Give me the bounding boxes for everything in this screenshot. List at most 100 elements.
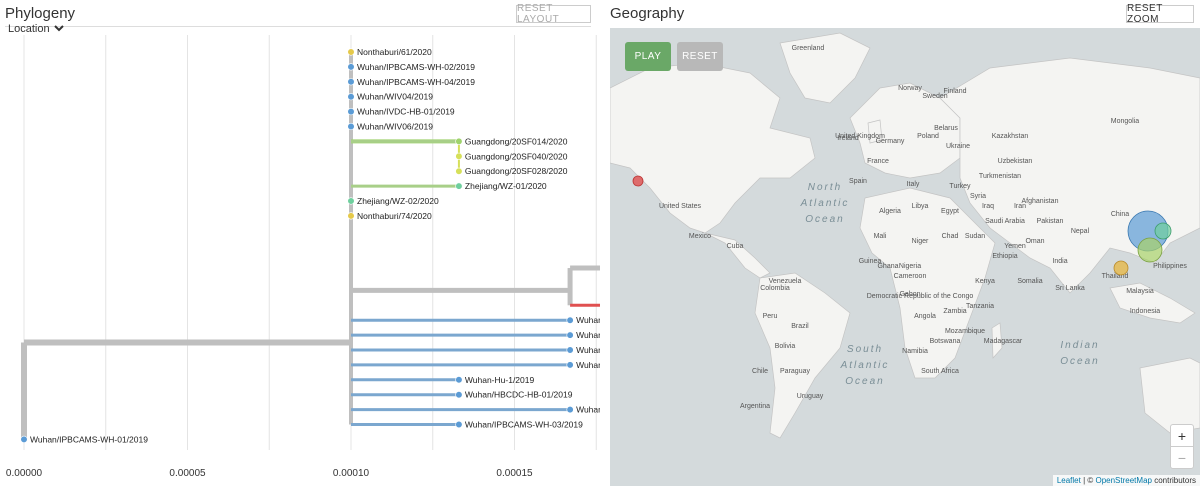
map-place-label: United States: [659, 203, 702, 210]
ocean-label: Indian: [1060, 340, 1099, 351]
map-place-label: Philippines: [1153, 263, 1187, 270]
tip-label: Zhejiang/WZ-02/2020: [357, 196, 439, 206]
tip-node[interactable]: [347, 107, 355, 116]
tip-label: Wuhan/IPBCAMS-WH-01/2019: [30, 434, 148, 444]
map-place-label: Sudan: [965, 233, 985, 240]
map-place-label: Mali: [874, 233, 887, 240]
tip-label: Wuhan/WIV06/2019: [357, 122, 433, 132]
greenland: [779, 32, 871, 104]
map-place-label: Spain: [849, 178, 867, 185]
tip-node[interactable]: [347, 212, 355, 220]
tip-node[interactable]: [347, 93, 355, 101]
map-place-label: Greenland: [792, 45, 825, 52]
map-place-label: Malaysia: [1126, 288, 1154, 295]
tip-label: Wuhan/IPBCAMS-WH-04/2019: [357, 77, 475, 87]
leaflet-link[interactable]: Leaflet: [1057, 476, 1081, 485]
tip-label: Wuhan/IPBCAMS-WH-02/2019: [357, 62, 475, 72]
tip-node[interactable]: [566, 406, 574, 414]
x-tick-label: 0.00010: [333, 468, 370, 479]
map-place-label: Oman: [1025, 238, 1044, 245]
map-place-label: Argentina: [740, 403, 770, 410]
central-america: [704, 232, 771, 279]
zoom-in-button[interactable]: +: [1171, 425, 1193, 446]
tip-label: Wuhan/WIV05/2019: [576, 345, 600, 355]
phylogeny-tree: Nonthaburi/61/2020 Wuhan/IPBCAMS-WH-02/20…: [6, 35, 600, 479]
australia: [1139, 357, 1200, 434]
map-place-label: Niger: [912, 238, 929, 245]
tip-node[interactable]: [347, 197, 355, 205]
tip-label: Wuhan/WIV07/2019: [576, 360, 600, 370]
map-place-label: Gabon: [899, 291, 920, 298]
play-button[interactable]: PLAY: [625, 42, 671, 71]
tree-grid: [23, 35, 597, 450]
reset-zoom-button[interactable]: RESET ZOOM: [1126, 3, 1194, 25]
map-place-label: Kazakhstan: [992, 133, 1029, 140]
attribution-separator: | ©: [1080, 476, 1096, 485]
map-place-label: Mozambique: [945, 328, 985, 335]
map-place-label: Madagascar: [984, 338, 1023, 345]
tip-node[interactable]: [20, 435, 28, 444]
tip-node[interactable]: [347, 122, 355, 131]
map-place-label: Turkey: [949, 183, 971, 190]
map-place-label: Belarus: [934, 125, 958, 132]
tip-node[interactable]: [455, 376, 463, 384]
map-place-label: Uzbekistan: [998, 158, 1033, 165]
ocean-label: Ocean: [1060, 356, 1099, 367]
map-place-label: Brazil: [791, 323, 809, 330]
tip-node[interactable]: [455, 182, 463, 190]
tip-label: Wuhan/WIV02/2019: [576, 330, 600, 340]
tip-node[interactable]: [455, 391, 463, 399]
geography-title: Geography: [610, 5, 685, 22]
tip-node[interactable]: [566, 316, 574, 324]
tip-node[interactable]: [347, 78, 355, 86]
ocean-label: Atlantic: [800, 198, 850, 209]
location-guangdong-marker: [1137, 237, 1163, 263]
map-view[interactable]: Greenland Norway Sweden Finland United Kingd…: [610, 28, 1200, 486]
map-place-label: Uruguay: [797, 393, 824, 400]
map-place-label: Italy: [907, 181, 920, 188]
x-tick-label: 0.00015: [496, 468, 533, 479]
map-place-label: Mexico: [689, 233, 711, 240]
tip-node[interactable]: [455, 420, 463, 429]
map-place-label: Poland: [917, 133, 939, 140]
tip-node[interactable]: [347, 63, 355, 71]
map-place-label: Algeria: [879, 208, 901, 215]
map-place-label: Peru: [763, 313, 778, 320]
tip-node[interactable]: [566, 346, 574, 354]
osm-link[interactable]: OpenStreetMap: [1095, 476, 1151, 485]
map-place-label: Bolivia: [775, 343, 796, 350]
map-place-label: Iran: [1014, 203, 1026, 210]
map-place-label: Germany: [876, 138, 905, 145]
map-place-label: South Africa: [921, 368, 959, 375]
ocean-label: North: [808, 182, 842, 193]
tree-tips: Nonthaburi/61/2020 Wuhan/IPBCAMS-WH-02/20…: [20, 47, 600, 444]
map-place-label: Syria: [970, 193, 986, 200]
tip-node[interactable]: [566, 331, 574, 339]
tip-node[interactable]: [566, 361, 574, 369]
tip-label: Guangdong/20SF040/2020: [465, 151, 568, 161]
map-place-label: Libya: [912, 203, 929, 210]
zoom-out-button[interactable]: −: [1171, 446, 1193, 468]
ocean-label: South: [847, 344, 883, 355]
map-place-label: China: [1111, 211, 1129, 218]
tip-node[interactable]: [455, 152, 463, 160]
map-place-label: Ukraine: [946, 143, 970, 150]
map-place-label: Colombia: [760, 285, 790, 292]
tip-label: Wuhan/IVDC-HB-05/2019: [576, 405, 600, 415]
map-place-label: Saudi Arabia: [985, 218, 1025, 225]
location-usa-marker: [632, 175, 644, 187]
tip-node[interactable]: [455, 167, 463, 175]
map-place-label: Botswana: [930, 338, 961, 345]
tip-label: Wuhan/WIV04/2019: [357, 92, 433, 102]
tip-node[interactable]: [347, 48, 355, 56]
map-place-label: Pakistan: [1037, 218, 1064, 225]
tip-node[interactable]: [455, 137, 463, 145]
reset-animation-button[interactable]: RESET: [677, 42, 723, 71]
map-place-label: Chile: [752, 368, 768, 375]
location-thailand-marker: [1113, 260, 1129, 276]
ocean-label: Ocean: [805, 214, 844, 225]
south-america: [754, 272, 851, 439]
zoom-control: + −: [1170, 424, 1194, 469]
map-place-label: India: [1052, 258, 1067, 265]
location-zhejiang-marker: [1154, 222, 1172, 240]
